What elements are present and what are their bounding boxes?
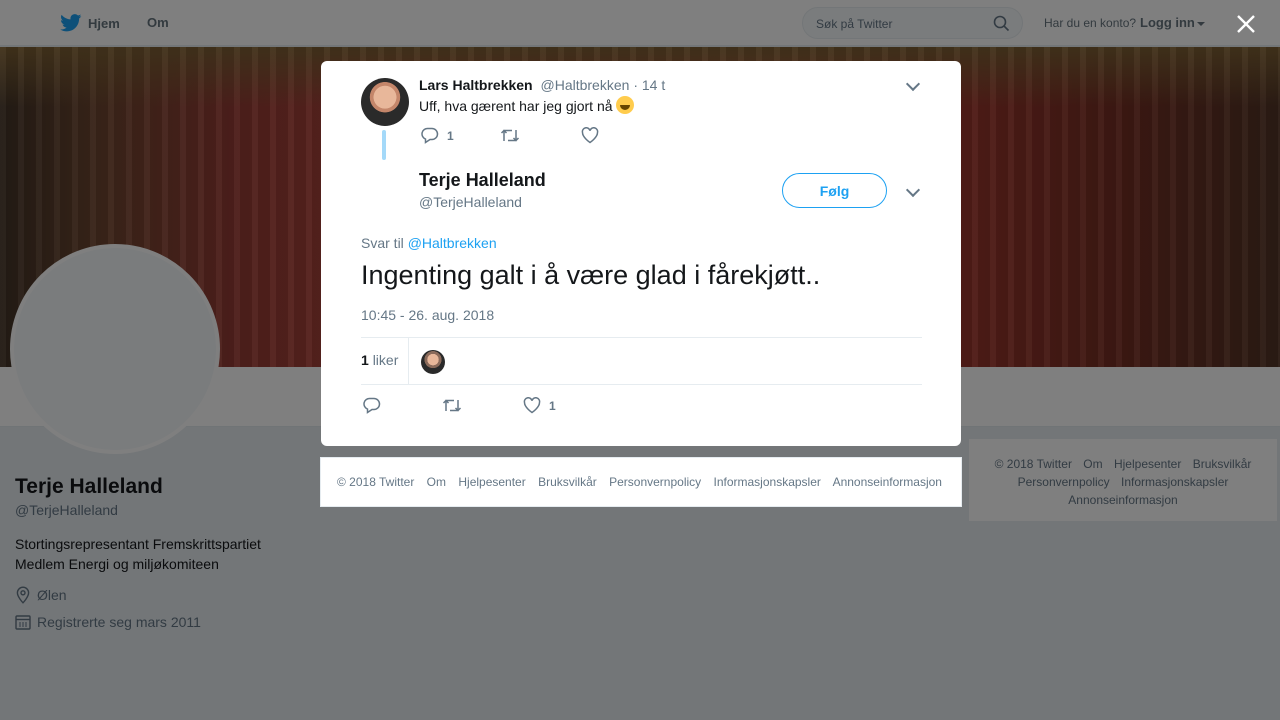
heart-icon bbox=[581, 127, 599, 144]
retweet-icon bbox=[500, 129, 520, 142]
footer-cookies-link[interactable]: Informasjonskapsler bbox=[714, 475, 821, 489]
retweet-button[interactable] bbox=[442, 397, 462, 414]
footer-help-link[interactable]: Hjelpesenter bbox=[458, 475, 525, 489]
tweet-author-name[interactable]: Terje Halleland bbox=[419, 170, 546, 191]
reply-to-handle-link[interactable]: @Haltbrekken bbox=[408, 235, 497, 251]
footer-ads-link[interactable]: Annonseinformasjon bbox=[833, 475, 942, 489]
footer-copyright: © 2018 Twitter bbox=[337, 475, 415, 489]
tweet-text: Ingenting galt i å være glad i fårekjøtt… bbox=[361, 260, 821, 290]
divider bbox=[361, 337, 922, 338]
like-button[interactable] bbox=[581, 127, 599, 144]
parent-author-name[interactable]: Lars Haltbrekken bbox=[419, 77, 533, 93]
parent-tweet-text-content: Uff, hva gærent har jeg gjort nå bbox=[419, 98, 613, 114]
footer-about-link[interactable]: Om bbox=[427, 475, 446, 489]
likes-label: liker bbox=[372, 352, 399, 368]
chevron-down-icon[interactable] bbox=[905, 182, 921, 198]
modal-footer: © 2018 Twitter Om Hjelpesenter Bruksvilk… bbox=[320, 457, 962, 507]
divider bbox=[361, 384, 922, 385]
like-count: 1 bbox=[549, 398, 556, 413]
parent-tweet-text: Uff, hva gærent har jeg gjort nå bbox=[419, 96, 635, 114]
thread-connector bbox=[382, 130, 386, 160]
parent-author-handle[interactable]: @Haltbrekken bbox=[541, 77, 630, 93]
heart-icon bbox=[523, 397, 541, 414]
likes-stat[interactable]: 1 liker bbox=[361, 338, 409, 385]
reply-prefix: Svar til bbox=[361, 235, 404, 251]
parent-tweet-avatar[interactable] bbox=[361, 78, 409, 126]
retweet-button[interactable] bbox=[500, 127, 520, 144]
reply-icon bbox=[363, 397, 381, 414]
reply-context: Svar til @Haltbrekken bbox=[361, 235, 497, 251]
reply-button[interactable]: 1 bbox=[421, 127, 454, 144]
follow-button[interactable]: Følg bbox=[782, 173, 887, 208]
close-icon[interactable] bbox=[1236, 14, 1256, 34]
footer-terms-link[interactable]: Bruksvilkår bbox=[538, 475, 597, 489]
like-button[interactable]: 1 bbox=[523, 397, 556, 414]
parent-tweet-header: Lars Haltbrekken @Haltbrekken · 14 t bbox=[419, 77, 665, 93]
laughing-emoji-icon bbox=[616, 96, 635, 114]
reply-count: 1 bbox=[447, 128, 454, 143]
tweet-modal: Lars Haltbrekken @Haltbrekken · 14 t Uff… bbox=[321, 61, 961, 446]
parent-tweet-time[interactable]: · 14 t bbox=[633, 77, 665, 93]
footer-privacy-link[interactable]: Personvernpolicy bbox=[609, 475, 701, 489]
retweet-icon bbox=[442, 399, 462, 412]
liker-avatar[interactable] bbox=[421, 350, 445, 374]
reply-icon bbox=[421, 127, 439, 144]
tweet-timestamp[interactable]: 10:45 - 26. aug. 2018 bbox=[361, 307, 494, 323]
chevron-down-icon[interactable] bbox=[905, 76, 921, 92]
likes-count: 1 bbox=[361, 352, 369, 368]
tweet-author-handle[interactable]: @TerjeHalleland bbox=[419, 194, 522, 210]
reply-button[interactable] bbox=[363, 397, 381, 414]
